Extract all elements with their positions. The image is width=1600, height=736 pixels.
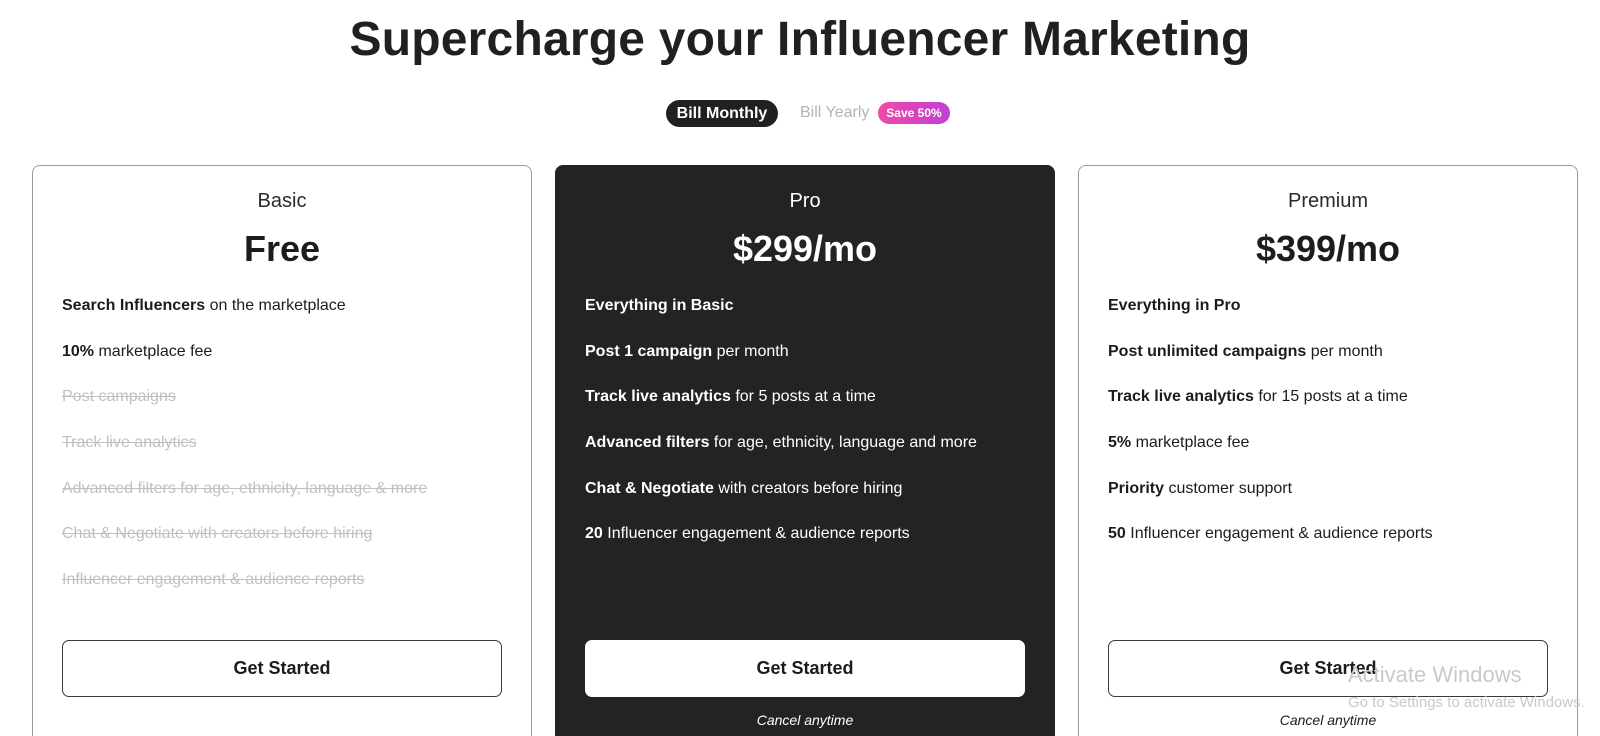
feature-item: Chat & Negotiate with creators before hi… [62,524,511,570]
feature-item: Advanced filters for age, ethnicity, lan… [62,479,511,525]
feature-item: Post campaigns [62,387,511,433]
feature-item: Everything in Basic [585,296,1034,342]
feature-highlight: Post 1 campaign [585,342,713,360]
plan-name: Premium [1287,190,1368,212]
feature-text: per month [1306,342,1383,360]
feature-highlight: Everything in Pro [1108,297,1241,314]
feature-text: customer support [1164,479,1293,497]
plan-price: $399/mo [1255,228,1401,269]
feature-item: Chat & Negotiate with creators before hi… [585,479,1034,525]
feature-list: Search Influencers on the marketplace 10%… [62,296,511,616]
feature-text: for 5 posts at a time [730,388,876,406]
plan-name: Pro [789,190,821,212]
feature-item: Track live analytics for 5 posts at a ti… [585,387,1034,433]
feature-text: Chat & Negotiate with creators before hi… [62,525,373,543]
feature-text: Advanced filters for age, ethnicity, lan… [62,479,428,497]
feature-item: Priority customer support [1108,479,1557,525]
feature-item: Search Influencers on the marketplace [62,296,511,342]
feature-item: Advanced filters for age, ethnicity, lan… [585,433,1034,479]
plan-name: Basic [257,190,307,212]
feature-item: Track live analytics for 15 posts at a t… [1108,387,1557,433]
billing-toggle: Bill Monthly Bill Yearly Save 50% [0,100,1600,128]
page-title: Supercharge your Influencer Marketing [349,13,1251,66]
feature-text: per month [712,342,789,360]
cancel-note: Cancel anytime [756,712,854,728]
get-started-button[interactable]: Get Started [585,640,1025,697]
plan-price: Free [243,228,321,269]
feature-list: Everything in Pro Post unlimited campaign… [1108,296,1557,570]
feature-highlight: 50 [1108,525,1126,543]
feature-item: 5% marketplace fee [1108,433,1557,479]
feature-highlight: Chat & Negotiate [585,479,714,497]
feature-item: Track live analytics [62,433,511,479]
feature-item: 10% marketplace fee [62,342,511,388]
feature-highlight: Track live analytics [1108,388,1254,406]
feature-text: marketplace fee [1131,434,1250,452]
feature-highlight: Search Influencers [62,297,206,314]
feature-highlight: 5% [1108,434,1132,452]
feature-text: for 15 posts at a time [1253,388,1408,406]
feature-text: for age, ethnicity, language and more [709,434,977,452]
feature-highlight: Track live analytics [585,388,731,406]
feature-item: Post unlimited campaigns per month [1108,342,1557,388]
plan-price: $299/mo [732,228,878,269]
feature-item: Post 1 campaign per month [585,342,1034,388]
feature-text: Influencer engagement & audience reports [1125,525,1433,543]
bill-monthly-toggle[interactable]: Bill Monthly [666,100,778,127]
feature-highlight: Priority [1108,479,1165,497]
feature-list: Everything in Basic Post 1 campaign per m… [585,296,1034,570]
feature-item: 20 Influencer engagement & audience repo… [585,524,1034,570]
feature-highlight: 10% [62,342,95,360]
save-badge: Save 50% [878,102,950,124]
plan-card-premium: Premium $399/mo Everything in Pro Post un… [1078,165,1578,736]
feature-item: 50 Influencer engagement & audience repo… [1108,524,1557,570]
feature-highlight: Post unlimited campaigns [1108,342,1307,360]
get-started-button[interactable]: Get Started [1108,640,1548,697]
feature-text: Track live analytics [62,434,197,452]
feature-text: with creators before hiring [713,479,903,497]
feature-item: Everything in Pro [1108,296,1557,342]
feature-text: Influencer engagement & audience reports [62,571,365,589]
plan-card-basic: Basic Free Search Influencers on the mar… [32,165,532,736]
cancel-note: Cancel anytime [1279,712,1377,728]
bill-yearly-toggle[interactable]: Bill Yearly [800,104,869,122]
feature-item: Influencer engagement & audience reports [62,570,511,616]
plan-card-pro: Pro $299/mo Everything in Basic Post 1 ca… [555,165,1055,736]
get-started-button[interactable]: Get Started [62,640,502,697]
feature-highlight: Everything in Basic [585,297,734,314]
feature-text: Influencer engagement & audience reports [602,525,910,543]
feature-highlight: Advanced filters [585,434,710,452]
feature-highlight: 20 [585,525,603,543]
feature-text: marketplace fee [94,342,213,360]
feature-text: on the marketplace [205,297,346,314]
feature-text: Post campaigns [62,388,176,406]
